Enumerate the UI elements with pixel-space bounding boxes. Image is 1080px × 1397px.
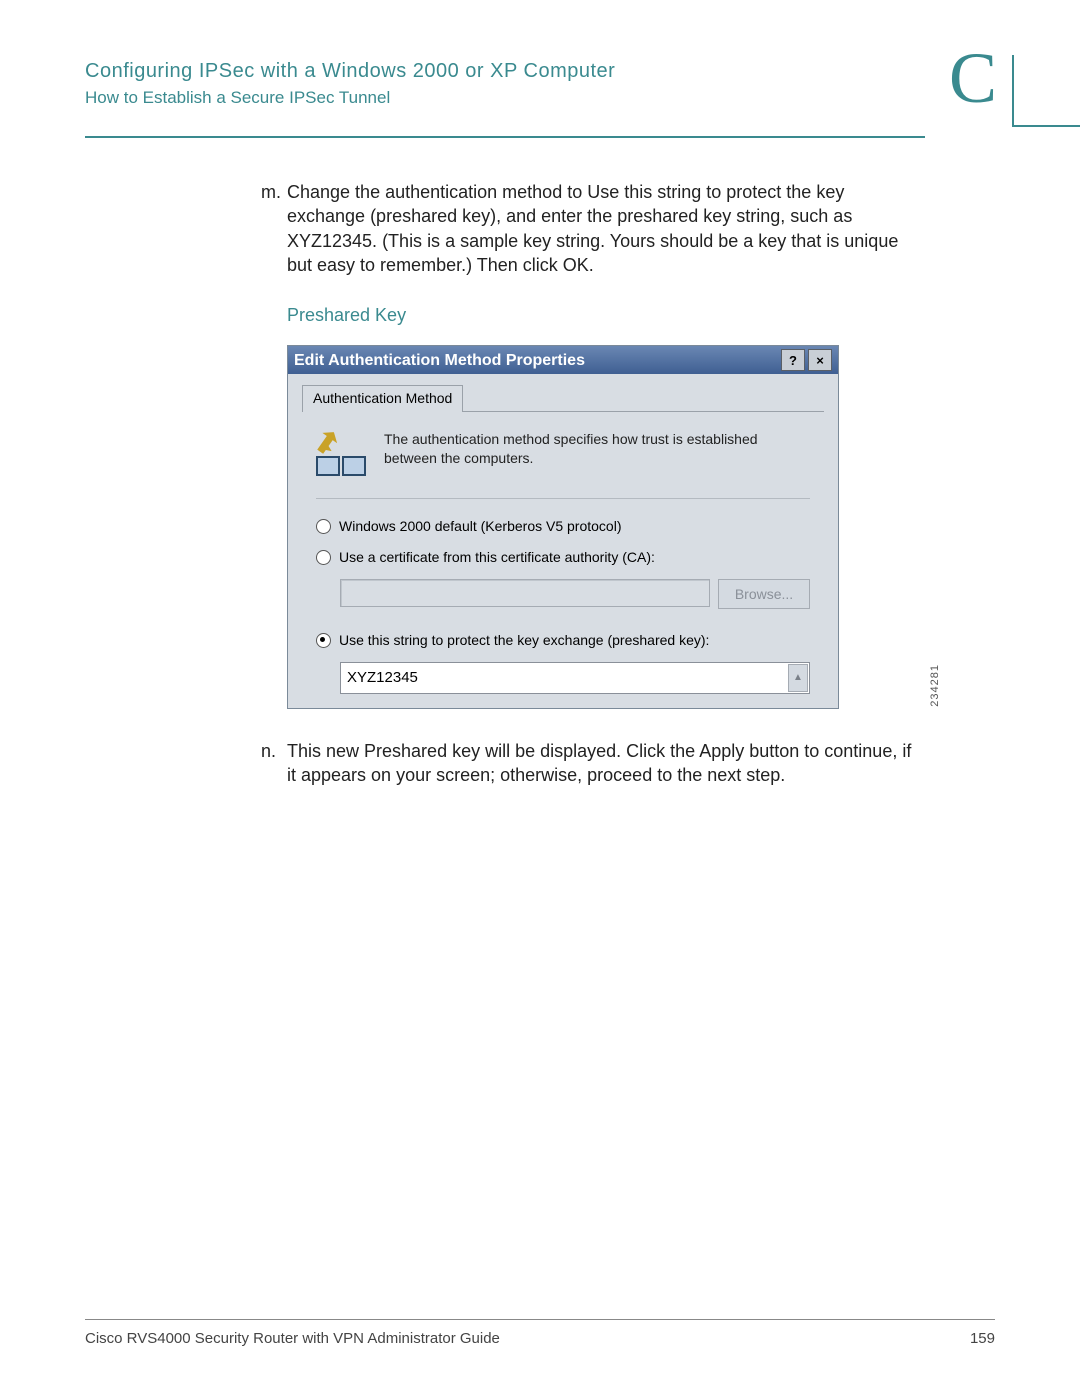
figure-reference-number: 234281 — [928, 664, 943, 707]
header-rule — [85, 136, 925, 138]
page-header: Configuring IPSec with a Windows 2000 or… — [85, 58, 995, 128]
preshared-key-value: XYZ12345 — [347, 668, 418, 688]
dialog-titlebar: Edit Authentication Method Properties ? … — [288, 346, 838, 374]
dialog-description: The authentication method specifies how … — [384, 430, 810, 466]
appendix-letter: C — [949, 42, 997, 114]
help-button[interactable]: ? — [781, 349, 805, 371]
appendix-letter-box — [1012, 55, 1080, 127]
radio-icon — [316, 633, 331, 648]
tab-authentication-method[interactable]: Authentication Method — [302, 385, 463, 412]
preshared-key-input[interactable]: XYZ12345 ▲ — [340, 662, 810, 694]
figure-caption: Preshared Key — [287, 303, 921, 327]
radio-certificate[interactable]: Use a certificate from this certificate … — [316, 548, 810, 567]
step-marker: m. — [261, 180, 281, 204]
scroll-up-icon[interactable]: ▲ — [788, 664, 808, 692]
radio-label: Use this string to protect the key excha… — [339, 631, 709, 650]
radio-icon — [316, 550, 331, 565]
close-button[interactable]: × — [808, 349, 832, 371]
section-subtitle: How to Establish a Secure IPSec Tunnel — [85, 88, 995, 108]
chapter-title: Configuring IPSec with a Windows 2000 or… — [85, 58, 995, 84]
step-text: This new Preshared key will be displayed… — [287, 741, 911, 785]
dialog-window: Edit Authentication Method Properties ? … — [287, 345, 839, 709]
step-m: m. Change the authentication method to U… — [261, 180, 921, 277]
certificate-authority-input — [340, 579, 710, 607]
page-footer: Cisco RVS4000 Security Router with VPN A… — [85, 1319, 995, 1347]
radio-preshared-key[interactable]: Use this string to protect the key excha… — [316, 631, 810, 650]
radio-label: Use a certificate from this certificate … — [339, 548, 655, 567]
radio-label: Windows 2000 default (Kerberos V5 protoc… — [339, 517, 621, 536]
step-marker: n. — [261, 739, 276, 763]
browse-button: Browse... — [718, 579, 810, 609]
step-text: Change the authentication method to Use … — [287, 182, 898, 275]
footer-guide-title: Cisco RVS4000 Security Router with VPN A… — [85, 1330, 500, 1347]
dialog-title-text: Edit Authentication Method Properties — [294, 350, 778, 372]
step-n: n. This new Preshared key will be displa… — [261, 739, 921, 788]
radio-icon — [316, 519, 331, 534]
auth-method-icon — [316, 430, 364, 478]
divider — [316, 498, 810, 499]
radio-kerberos[interactable]: Windows 2000 default (Kerberos V5 protoc… — [316, 517, 810, 536]
footer-page-number: 159 — [970, 1330, 995, 1347]
